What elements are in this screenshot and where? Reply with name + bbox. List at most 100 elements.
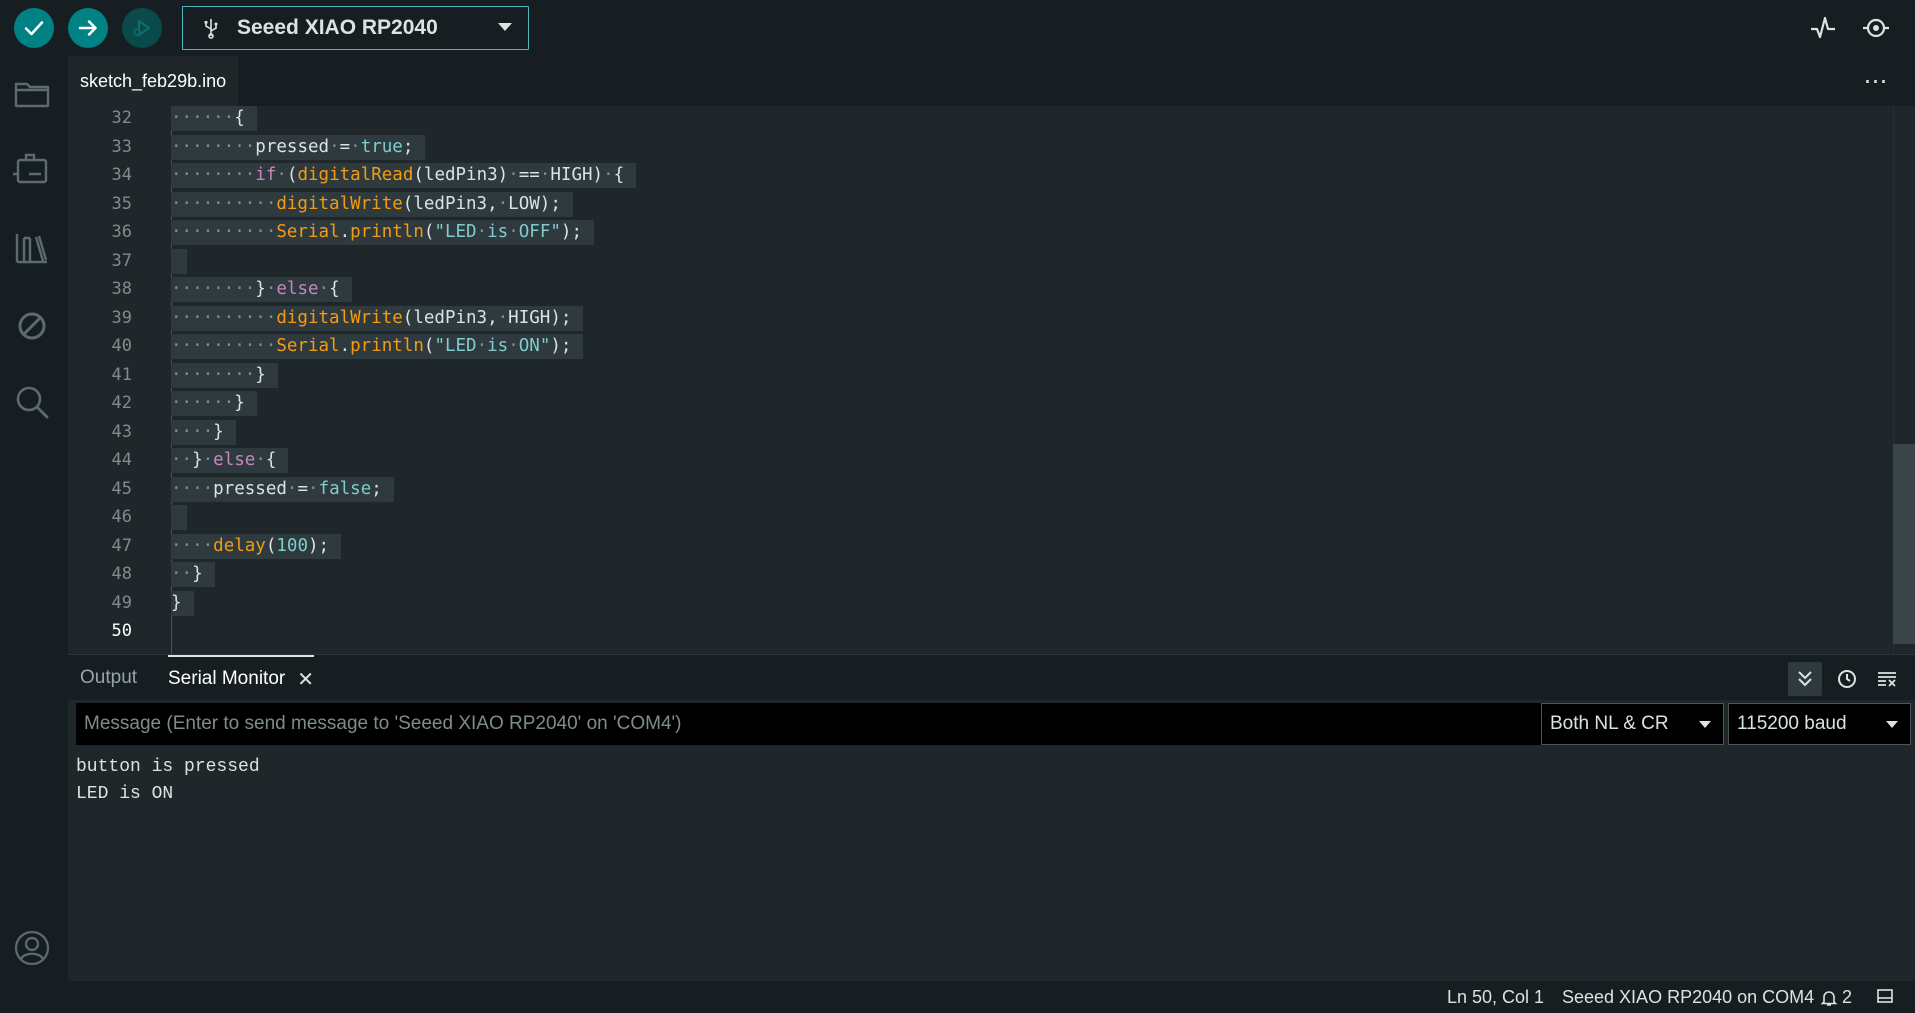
code-text: ······{ bbox=[171, 106, 257, 131]
code-line[interactable]: 32 ······{ bbox=[68, 106, 1868, 133]
code-line[interactable]: 44 ··}·else·{ bbox=[68, 446, 1868, 475]
debug-button[interactable] bbox=[122, 8, 162, 48]
code-line[interactable]: 43 ····} bbox=[68, 418, 1868, 447]
sketchbook-button[interactable] bbox=[10, 72, 54, 116]
check-icon bbox=[24, 21, 44, 36]
code-text: ····delay(100); bbox=[171, 533, 342, 559]
code-line[interactable]: 33 ········pressed·=·true; bbox=[68, 133, 1868, 162]
arrow-right-icon bbox=[78, 20, 97, 36]
verify-button[interactable] bbox=[14, 8, 54, 48]
line-number: 35 bbox=[111, 193, 132, 214]
code-line[interactable]: 50 bbox=[68, 617, 1868, 646]
serial-monitor-panel: Message (Enter to send message to 'Seeed… bbox=[68, 700, 1915, 981]
code-line[interactable]: 48 ··} bbox=[68, 560, 1868, 589]
library-manager-button[interactable] bbox=[10, 226, 54, 270]
code-line[interactable]: 40 ··········Serial.println("LED·is·ON"); bbox=[68, 332, 1868, 361]
upload-button[interactable] bbox=[68, 8, 108, 48]
code-text: ··········Serial.println("LED·is·ON"); bbox=[171, 334, 584, 359]
search-button[interactable] bbox=[10, 380, 54, 424]
code-line[interactable]: 36 ··········Serial.println("LED·is·OFF")… bbox=[68, 218, 1868, 247]
line-number: 48 bbox=[111, 564, 132, 584]
profile-button[interactable] bbox=[10, 926, 54, 970]
more-icon[interactable]: ⋯ bbox=[1861, 66, 1891, 96]
baud-rate-value: 115200 baud bbox=[1737, 713, 1847, 734]
line-number: 49 bbox=[111, 592, 132, 613]
line-number: 43 bbox=[111, 421, 132, 442]
bottom-panel-tabs: Output Serial Monitor ✕ bbox=[68, 654, 1915, 700]
tab-output[interactable]: Output bbox=[80, 655, 137, 701]
close-icon[interactable]: ✕ bbox=[297, 667, 314, 692]
notification-count: 2 bbox=[1842, 987, 1853, 1007]
code-line[interactable]: 37 bbox=[68, 247, 1868, 276]
code-text bbox=[171, 248, 187, 274]
code-text: ········}·else·{ bbox=[171, 277, 352, 302]
code-text: ··}·else·{ bbox=[171, 448, 289, 473]
code-line[interactable]: 49} bbox=[68, 589, 1868, 618]
board-icon bbox=[13, 153, 48, 184]
code-text: ····} bbox=[171, 419, 236, 445]
chevron-down-icon bbox=[1699, 721, 1711, 728]
boards-manager-button[interactable] bbox=[10, 148, 54, 192]
board-port-status[interactable]: Seeed XIAO RP2040 on COM4 bbox=[1562, 987, 1814, 1008]
baud-rate-select[interactable]: 115200 baud bbox=[1728, 703, 1911, 745]
usb-icon bbox=[204, 19, 218, 39]
timestamp-toggle[interactable] bbox=[1830, 662, 1864, 696]
line-number: 44 bbox=[111, 450, 132, 470]
line-number: 50 bbox=[111, 621, 132, 641]
toolbar: Seeed XIAO RP2040 bbox=[0, 0, 1915, 56]
code-line[interactable]: 46 bbox=[68, 503, 1868, 532]
code-text: ··········digitalWrite(ledPin3,·LOW); bbox=[171, 191, 573, 217]
serial-monitor-button[interactable] bbox=[1858, 10, 1894, 46]
line-number: 45 bbox=[111, 478, 132, 499]
code-line[interactable]: 35 ··········digitalWrite(ledPin3,·LOW); bbox=[68, 190, 1868, 219]
code-line[interactable]: 39 ··········digitalWrite(ledPin3,·HIGH); bbox=[68, 304, 1868, 333]
code-line[interactable]: 47 ····delay(100); bbox=[68, 532, 1868, 561]
code-line[interactable]: 42 ······} bbox=[68, 389, 1868, 418]
code-text: ········} bbox=[171, 362, 278, 388]
serial-plotter-button[interactable] bbox=[1805, 10, 1841, 46]
line-number: 34 bbox=[111, 165, 132, 185]
code-text: ··········Serial.println("LED·is·OFF"); bbox=[171, 220, 594, 245]
chevron-down-icon bbox=[1886, 721, 1898, 728]
autoscroll-toggle[interactable] bbox=[1788, 662, 1822, 696]
line-ending-value: Both NL & CR bbox=[1550, 713, 1669, 734]
notifications-button[interactable]: 2 bbox=[1820, 987, 1852, 1008]
line-number: 38 bbox=[111, 279, 132, 299]
panel-icon bbox=[1877, 989, 1893, 1003]
line-number: 39 bbox=[111, 307, 132, 328]
search-icon bbox=[16, 386, 49, 419]
serial-tab-label: Serial Monitor bbox=[168, 668, 286, 689]
code-text: ······} bbox=[171, 391, 257, 416]
editor-tabbar: sketch_feb29b.ino ⋯ bbox=[68, 56, 1915, 106]
line-number: 40 bbox=[111, 336, 132, 356]
line-number: 36 bbox=[111, 222, 132, 242]
user-icon bbox=[14, 930, 50, 966]
code-line[interactable]: 34 ········if·(digitalRead(ledPin3)·==·HI… bbox=[68, 161, 1868, 190]
code-line[interactable]: 38 ········}·else·{ bbox=[68, 275, 1868, 304]
code-line[interactable]: 41 ········} bbox=[68, 361, 1868, 390]
clear-output-button[interactable] bbox=[1870, 662, 1904, 696]
editor-scrollbar[interactable] bbox=[1893, 106, 1915, 654]
serial-output: button is pressed LED is ON bbox=[76, 754, 260, 808]
board-name: Seeed XIAO RP2040 bbox=[237, 16, 438, 39]
cursor-position[interactable]: Ln 50, Col 1 bbox=[1447, 987, 1544, 1008]
debug-icon bbox=[133, 20, 150, 36]
debug-panel-button[interactable] bbox=[10, 304, 54, 348]
tab-serial-monitor[interactable]: Serial Monitor ✕ bbox=[168, 655, 314, 701]
editor-scroll-thumb[interactable] bbox=[1893, 444, 1915, 644]
tab-sketch-file[interactable]: sketch_feb29b.ino bbox=[68, 56, 239, 106]
line-number: 41 bbox=[111, 364, 132, 385]
code-text: ··········digitalWrite(ledPin3,·HIGH); bbox=[171, 305, 584, 331]
library-icon bbox=[15, 234, 48, 264]
code-text: ····pressed·=·false; bbox=[171, 476, 394, 502]
chevron-down-icon bbox=[498, 23, 512, 31]
toggle-panel-button[interactable] bbox=[1876, 987, 1894, 1010]
board-selector[interactable]: Seeed XIAO RP2040 bbox=[182, 6, 529, 50]
code-text: } bbox=[171, 590, 194, 616]
code-editor[interactable]: 32 ······{33 ········pressed·=·true; 34 ····… bbox=[68, 106, 1915, 654]
line-number: 32 bbox=[111, 108, 132, 128]
message-input[interactable]: Message (Enter to send message to 'Seeed… bbox=[76, 703, 1544, 745]
line-ending-select[interactable]: Both NL & CR bbox=[1541, 703, 1724, 745]
code-line[interactable]: 45 ····pressed·=·false; bbox=[68, 475, 1868, 504]
code-text: ··} bbox=[171, 562, 215, 587]
